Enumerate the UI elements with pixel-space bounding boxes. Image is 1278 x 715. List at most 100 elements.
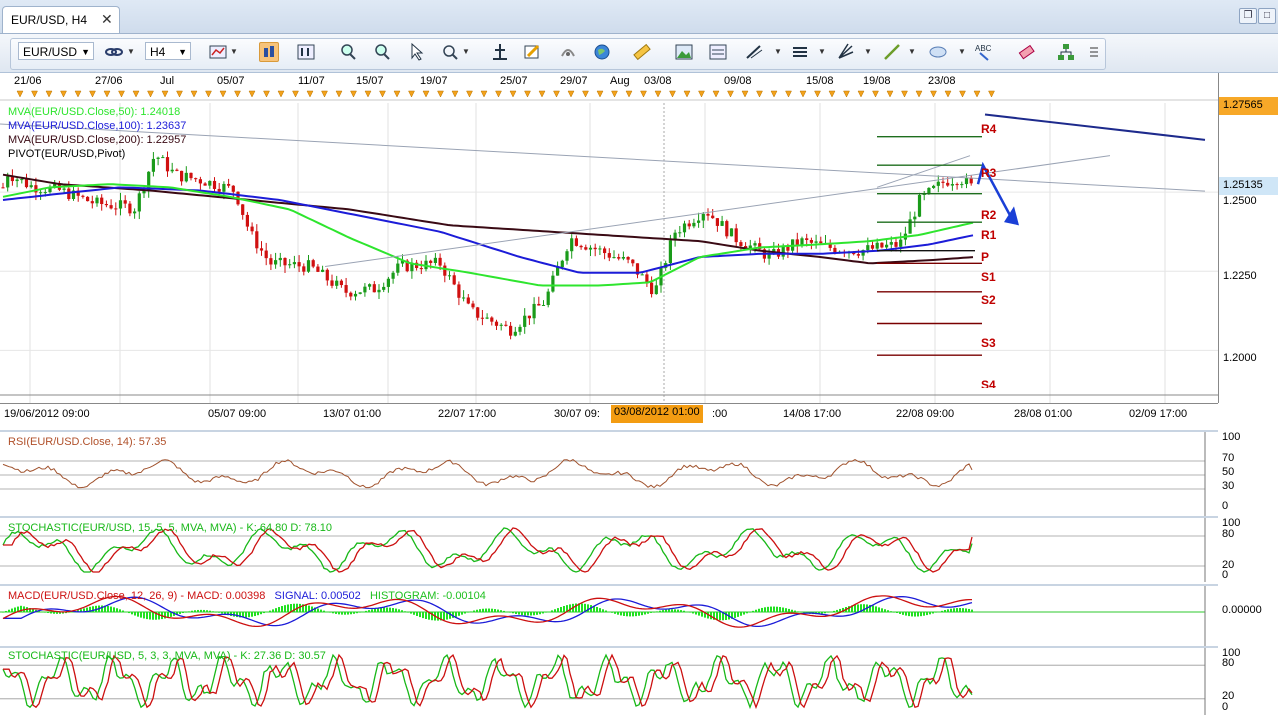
candle-body: [372, 284, 376, 293]
candle-body: [382, 286, 386, 290]
event-marker: [190, 90, 198, 98]
chart-type-icon[interactable]: [208, 42, 228, 62]
fibonacci-icon[interactable]: [836, 42, 856, 62]
link-icon[interactable]: [104, 42, 124, 62]
macd-histogram-bar: [53, 612, 55, 614]
bar-mode-icon[interactable]: [296, 42, 316, 62]
indicators-icon[interactable]: [790, 42, 810, 62]
picture-icon[interactable]: [674, 42, 694, 62]
event-marker: [669, 90, 676, 98]
ruler-icon[interactable]: [632, 42, 652, 62]
crosshair-icon[interactable]: [490, 42, 510, 62]
timeframe-select[interactable]: H4 ▼: [145, 42, 191, 60]
signal-icon[interactable]: [558, 42, 578, 62]
macd-histogram-bar: [824, 612, 826, 614]
stochastic-slow-axis[interactable]: 100 80 20 0: [1218, 516, 1278, 581]
trendline-upper: [984, 113, 1206, 141]
candle-body: [128, 203, 132, 214]
ellipse-tool-icon[interactable]: [928, 42, 948, 62]
event-marker: [480, 90, 488, 98]
macd-histogram-bar: [497, 609, 499, 612]
stochastic-fast-axis[interactable]: 100 80 20 0: [1218, 646, 1278, 713]
eraser-icon[interactable]: [1016, 42, 1036, 62]
more-options-icon[interactable]: [1088, 42, 1108, 62]
macd-histogram-bar: [938, 611, 940, 613]
template-icon[interactable]: [708, 42, 728, 62]
macd-panel[interactable]: MACD(EUR/USD.Close, 12, 26, 9) - MACD: 0…: [0, 584, 1218, 646]
macd-histogram-bar: [146, 612, 148, 620]
stochastic-slow-panel[interactable]: STOCHASTIC(EUR/USD, 15, 5, 5, MVA, MVA) …: [0, 516, 1218, 582]
macd-histogram-bar: [947, 609, 949, 612]
globe-icon[interactable]: [592, 42, 612, 62]
chevron-down-icon[interactable]: ▼: [864, 47, 872, 56]
chart-tab[interactable]: EUR/USD, H4 ✕: [2, 6, 120, 33]
close-icon[interactable]: ✕: [101, 11, 113, 28]
macd-histogram-bar: [683, 610, 685, 612]
event-marker: [321, 90, 328, 98]
zoom-in-icon[interactable]: [338, 42, 358, 62]
date-tick: 19/06/2012 09:00: [4, 408, 90, 420]
candle-body: [466, 297, 470, 304]
symbol-select[interactable]: EUR/USD ▼: [18, 42, 94, 60]
macd-histogram-bar: [791, 609, 793, 612]
chevron-down-icon[interactable]: ▼: [127, 47, 135, 56]
macd-axis[interactable]: 0.00000: [1218, 584, 1278, 644]
top-date-bar: 21/06 27/06 Jul 05/07 11/07 15/07 19/07 …: [0, 73, 1218, 103]
candle-body: [866, 245, 870, 251]
cursor-icon[interactable]: [406, 42, 426, 62]
chevron-down-icon[interactable]: ▼: [774, 47, 782, 56]
event-marker: [45, 90, 53, 98]
candle-body: [43, 192, 47, 194]
candle-mode-icon[interactable]: [259, 42, 279, 62]
candle-body: [711, 215, 715, 219]
restore-icon[interactable]: ❐: [1239, 8, 1257, 24]
macd-histogram-bar: [518, 612, 520, 615]
chevron-down-icon: ▼: [81, 47, 90, 57]
candle-body: [180, 170, 184, 182]
zoom-out-icon[interactable]: [372, 42, 392, 62]
stochastic-fast-panel[interactable]: STOCHASTIC(EUR/USD, 5, 3, 3, MVA, MVA) -…: [0, 646, 1218, 715]
candle-body: [936, 181, 940, 186]
candle-body: [913, 216, 917, 220]
event-marker: [393, 90, 401, 98]
macd-legend-main: MACD(EUR/USD.Close, 12, 26, 9) - MACD: 0…: [8, 590, 266, 602]
candle-body: [819, 241, 823, 244]
event-marker: [364, 90, 372, 98]
price-panel[interactable]: MVA(EUR/USD.Close,50): 1.24018 MVA(EUR/U…: [0, 103, 1218, 403]
macd-histogram-bar: [902, 612, 904, 615]
candle-body: [579, 245, 583, 248]
text-tool-icon[interactable]: ABC: [974, 42, 994, 62]
chevron-down-icon[interactable]: ▼: [230, 47, 238, 56]
edit-chart-icon[interactable]: [522, 42, 542, 62]
chevron-down-icon[interactable]: ▼: [958, 47, 966, 56]
draw-tools-icon[interactable]: [744, 42, 764, 62]
event-marker: [466, 90, 473, 98]
bottom-date-axis[interactable]: 19/06/2012 09:00 05/07 09:00 13/07 01:00…: [0, 403, 1218, 429]
macd-histogram-bar: [854, 604, 856, 612]
macd-histogram-bar: [44, 612, 46, 613]
zoom-area-icon[interactable]: [440, 42, 460, 62]
chevron-down-icon[interactable]: ▼: [908, 47, 916, 56]
macd-histogram-bar: [422, 612, 424, 619]
event-marker: [944, 90, 952, 98]
chevron-down-icon[interactable]: ▼: [818, 47, 826, 56]
candle-body: [452, 275, 456, 285]
macd-histogram-bar: [437, 612, 439, 621]
macd-histogram-bar: [755, 609, 757, 612]
macd-histogram-bar: [827, 612, 829, 613]
rsi-panel[interactable]: RSI(EUR/USD.Close, 14): 57.35: [0, 430, 1218, 516]
macd-histogram-bar: [416, 612, 418, 616]
chevron-down-icon[interactable]: ▼: [462, 47, 470, 56]
event-marker: [437, 90, 444, 98]
price-axis[interactable]: 1.27565 1.25135 1.2500 1.2250 1.2000: [1218, 73, 1278, 403]
event-marker: [872, 90, 879, 98]
line-tool-icon[interactable]: [882, 42, 902, 62]
hierarchy-icon[interactable]: [1056, 42, 1076, 62]
macd-histogram-bar: [107, 606, 109, 612]
maximize-icon[interactable]: □: [1258, 8, 1276, 24]
candle-body: [353, 293, 358, 297]
rsi-axis[interactable]: 100 70 50 30 0: [1218, 430, 1278, 514]
macd-histogram-bar: [647, 612, 649, 614]
macd-histogram-bar: [629, 612, 631, 617]
macd-histogram-bar: [956, 608, 958, 612]
